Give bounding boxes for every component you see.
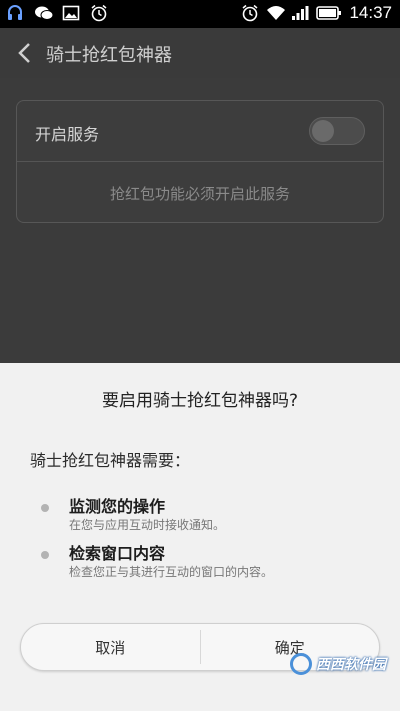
status-left-icons — [6, 4, 108, 22]
battery-icon — [316, 4, 342, 22]
status-right-icons: 14:37 — [241, 3, 392, 23]
wifi-icon — [266, 4, 286, 22]
headset-icon — [6, 4, 24, 22]
alarm-icon — [241, 4, 259, 22]
service-label: 开启服务 — [35, 125, 100, 144]
enable-service-dialog: 要启用骑士抢红包神器吗? 骑士抢红包神器需要： 监测您的操作 在您与应用互动时接… — [0, 363, 400, 711]
watermark-logo-icon — [290, 653, 312, 675]
service-row[interactable]: 开启服务 — [17, 101, 383, 162]
bullet-icon — [41, 504, 49, 512]
wechat-icon — [34, 4, 54, 22]
permission-title: 监测您的操作 — [69, 497, 166, 516]
app-header: 骑士抢红包神器 — [0, 28, 400, 78]
permission-description: 在您与应用互动时接收通知。 — [69, 518, 226, 532]
bullet-icon — [41, 551, 49, 559]
service-card: 开启服务 抢红包功能必须开启此服务 — [16, 100, 384, 223]
service-toggle[interactable] — [309, 117, 365, 145]
dialog-subtitle: 骑士抢红包神器需要： — [30, 451, 191, 470]
dialog-title: 要启用骑士抢红包神器吗? — [101, 391, 299, 411]
watermark-text: 西西软件园 — [316, 657, 386, 673]
chevron-left-icon — [18, 43, 30, 63]
permission-title: 检索窗口内容 — [69, 544, 166, 563]
status-bar: 14:37 — [0, 0, 400, 28]
watermark: 西西软件园 — [290, 653, 386, 675]
cancel-button[interactable]: 取消 — [21, 624, 200, 670]
back-button[interactable] — [10, 38, 40, 68]
signal-icon — [291, 4, 309, 22]
page-title: 骑士抢红包神器 — [46, 45, 172, 66]
settings-content: 开启服务 抢红包功能必须开启此服务 — [0, 78, 400, 363]
status-time: 14:37 — [349, 3, 392, 22]
image-icon — [62, 4, 80, 22]
alarm-icon — [90, 4, 108, 22]
permission-description: 检查您正与其进行互动的窗口的内容。 — [69, 565, 274, 579]
toggle-knob — [312, 120, 334, 142]
service-note: 抢红包功能必须开启此服务 — [109, 185, 290, 203]
